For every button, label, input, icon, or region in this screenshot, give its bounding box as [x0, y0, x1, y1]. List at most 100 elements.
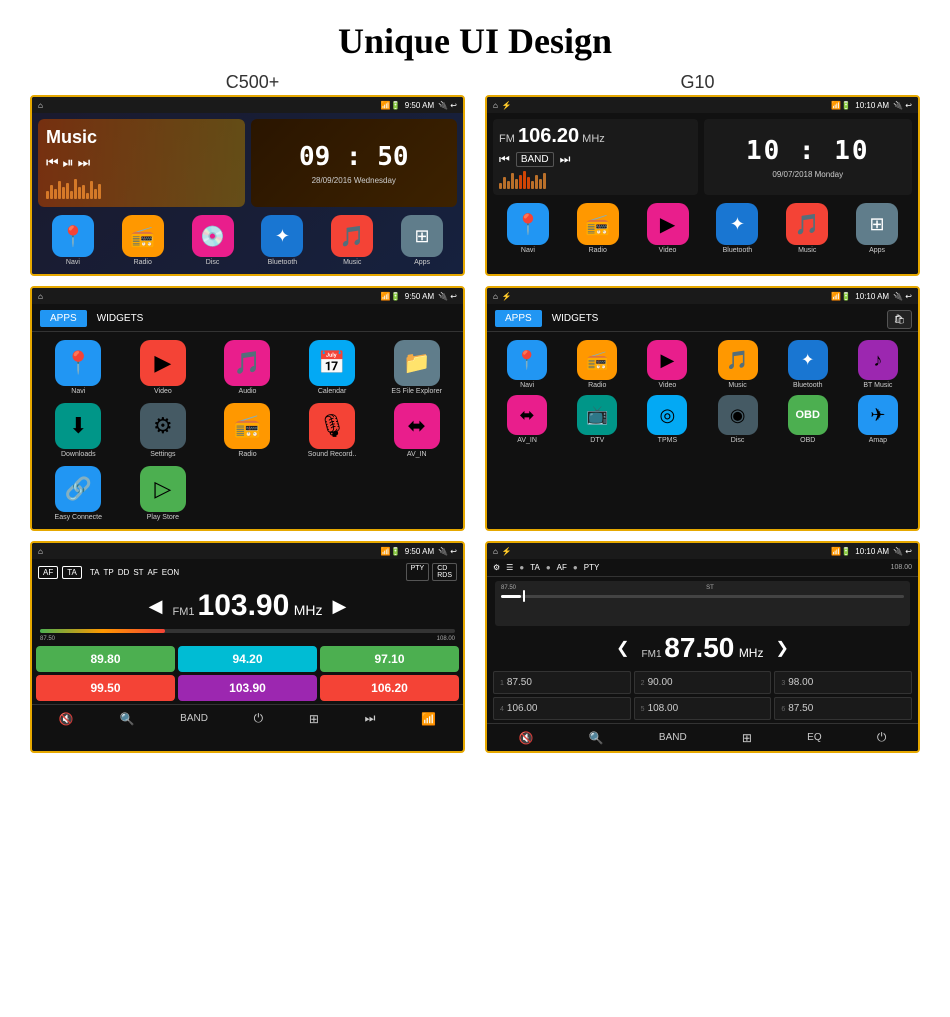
c500-app-esfile[interactable]: 📁 ES File Explorer: [378, 340, 455, 395]
g10-app-radio[interactable]: 📻 Radio: [577, 203, 619, 254]
pty-btn[interactable]: PTY: [406, 563, 430, 581]
g10-mute-btn[interactable]: 🔇: [519, 731, 534, 745]
g10-app-btmusic[interactable]: ♪ BT Music: [846, 340, 910, 389]
g10-search-btn[interactable]: 🔍: [589, 731, 604, 745]
g10-home-app-grid: 📍 Navi 📻 Radio ▶ Video ✦ Bluetooth: [493, 201, 912, 256]
c500-app-calendar[interactable]: 📅 Calendar: [294, 340, 371, 395]
g10-app-avin[interactable]: ⬌ AV_IN: [495, 395, 559, 444]
store-chip[interactable]: 🛍: [887, 310, 912, 329]
app-music[interactable]: 🎵 Music: [331, 215, 373, 266]
music-visualizer: [46, 179, 237, 199]
g10-menu-btn[interactable]: ⊞: [742, 731, 752, 745]
band-label: BAND: [516, 152, 554, 167]
c500-app-video[interactable]: ▶ Video: [125, 340, 202, 395]
g10-next-btn[interactable]: ❯: [775, 638, 788, 658]
g10-app-tpms[interactable]: ◎ TPMS: [635, 395, 699, 444]
status-battery: 🔌 ↩: [438, 101, 457, 110]
g10-radio-widget[interactable]: FM 106.20 MHz ⏮ BAND ⏭: [493, 119, 698, 195]
g10-app-video[interactable]: ▶ Video: [635, 340, 699, 389]
g10-app-video[interactable]: ▶ Video: [647, 203, 689, 254]
c500-radio-screen: ⌂ 📶🔋 9:50 AM 🔌 ↩ AF TA TA TP DD ST AF: [30, 541, 465, 753]
g10-band-btn[interactable]: BAND: [659, 732, 687, 743]
preset-5[interactable]: 103.90: [178, 675, 317, 701]
preset-2[interactable]: 94.20: [178, 646, 317, 672]
g10-app-radio[interactable]: 📻 Radio: [565, 340, 629, 389]
g10-preset-6[interactable]: 687.50: [774, 697, 912, 720]
g10-apps-time: 10:10 AM: [855, 292, 889, 301]
c500-app-navi[interactable]: 📍 Navi: [40, 340, 117, 395]
status-icons: 📶🔋: [381, 101, 401, 110]
c500-app-settings[interactable]: ⚙ Settings: [125, 403, 202, 458]
next-icon[interactable]: ⏭: [560, 152, 571, 167]
app-apps[interactable]: ⊞ Apps: [401, 215, 443, 266]
c500-app-downloads[interactable]: ⬇ Downloads: [40, 403, 117, 458]
home-icon-g10: ⌂: [493, 101, 498, 110]
music-controls[interactable]: ⏮ ⏯ ⏭: [46, 154, 237, 171]
c500-app-easyconnect[interactable]: 🔗 Easy Connecte: [40, 466, 117, 521]
g10-preset-2[interactable]: 290.00: [634, 671, 772, 694]
tab-apps-c500[interactable]: APPS: [40, 310, 87, 327]
g10-preset-5[interactable]: 5108.00: [634, 697, 772, 720]
cdrds-btn[interactable]: CDRDS: [432, 563, 457, 581]
preset-1[interactable]: 89.80: [36, 646, 175, 672]
app-navi[interactable]: 📍 Navi: [52, 215, 94, 266]
g10-freq-slider[interactable]: [501, 595, 904, 598]
prev-icon[interactable]: ⏮: [499, 152, 510, 167]
g10-app-navi[interactable]: 📍 Navi: [507, 203, 549, 254]
power-btn[interactable]: ⏻: [254, 711, 264, 726]
g10-app-dtv[interactable]: 📺 DTV: [565, 395, 629, 444]
c500-apps-status-bar: ⌂ 📶🔋 9:50 AM 🔌 ↩: [32, 288, 463, 304]
home-icon: ⌂: [38, 101, 43, 110]
g10-app-music[interactable]: 🎵 Music: [705, 340, 769, 389]
c500-freq-slider[interactable]: [40, 629, 455, 633]
ta-chip[interactable]: TA: [62, 566, 82, 579]
tab-apps-g10[interactable]: APPS: [495, 310, 542, 327]
c500-app-audio[interactable]: 🎵 Audio: [209, 340, 286, 395]
preset-4[interactable]: 99.50: [36, 675, 175, 701]
preset-3[interactable]: 97.10: [320, 646, 459, 672]
c500-app-avin[interactable]: ⬌ AV_IN: [378, 403, 455, 458]
c500-app-radio[interactable]: 📻 Radio: [209, 403, 286, 458]
g10-prev-btn[interactable]: ❮: [616, 638, 629, 658]
list-icon[interactable]: ☰: [506, 563, 513, 572]
af-chip[interactable]: AF: [38, 566, 58, 579]
preset-6[interactable]: 106.20: [320, 675, 459, 701]
tab-widgets-g10[interactable]: WIDGETS: [542, 310, 609, 327]
g10-freq-low: 87.50: [501, 585, 516, 591]
app-radio[interactable]: 📻 Radio: [122, 215, 164, 266]
next-freq-btn[interactable]: ▶: [333, 596, 347, 617]
tab-widgets-c500[interactable]: WIDGETS: [87, 310, 154, 327]
g10-app-amap[interactable]: ✈ Amap: [846, 395, 910, 444]
skip-btn[interactable]: ⏭: [365, 711, 376, 726]
music-widget[interactable]: Music ⏮ ⏯ ⏭: [38, 119, 245, 207]
freq-low: 87.50: [40, 636, 55, 642]
g10-apps-status-bar: ⌂⚡ 📶🔋 10:10 AM 🔌 ↩: [487, 288, 918, 304]
band-btn[interactable]: BAND: [180, 713, 208, 724]
app-disc[interactable]: 💿 Disc: [192, 215, 234, 266]
clock-date: 28/09/2016 Wednesday: [312, 176, 396, 185]
g10-preset-4[interactable]: 4106.00: [493, 697, 631, 720]
g10-app-music[interactable]: 🎵 Music: [786, 203, 828, 254]
g10-preset-3[interactable]: 398.00: [774, 671, 912, 694]
search-btn[interactable]: 🔍: [120, 712, 135, 726]
g10-freq-unit: MHz: [739, 646, 764, 660]
c500-app-playstore[interactable]: ▷ Play Store: [125, 466, 202, 521]
g10-clock-time: 10 : 10: [746, 136, 870, 166]
g10-app-apps[interactable]: ⊞ Apps: [856, 203, 898, 254]
g10-app-bluetooth[interactable]: ✦ Bluetooth: [776, 340, 840, 389]
c500-app-soundrecord[interactable]: 🎙 Sound Record..: [294, 403, 371, 458]
g10-preset-1[interactable]: 187.50: [493, 671, 631, 694]
g10-app-bluetooth[interactable]: ✦ Bluetooth: [716, 203, 758, 254]
g10-app-disc[interactable]: ◉ Disc: [705, 395, 769, 444]
app-bluetooth[interactable]: ✦ Bluetooth: [261, 215, 303, 266]
c500-presets: 89.80 94.20 97.10 99.50 103.90 106.20: [32, 643, 463, 704]
g10-power-btn[interactable]: ⏻: [877, 730, 887, 745]
g10-app-navi[interactable]: 📍 Navi: [495, 340, 559, 389]
g10-radio-bottom: 🔇 🔍 BAND ⊞ EQ ⏻: [487, 723, 918, 751]
mute-btn[interactable]: 🔇: [59, 712, 74, 726]
prev-freq-btn[interactable]: ◀: [149, 596, 163, 617]
g10-app-obd[interactable]: OBD OBD: [776, 395, 840, 444]
menu-btn[interactable]: ⊞: [309, 712, 319, 726]
settings-icon[interactable]: ⚙: [493, 563, 500, 572]
g10-eq-btn[interactable]: EQ: [807, 732, 821, 743]
